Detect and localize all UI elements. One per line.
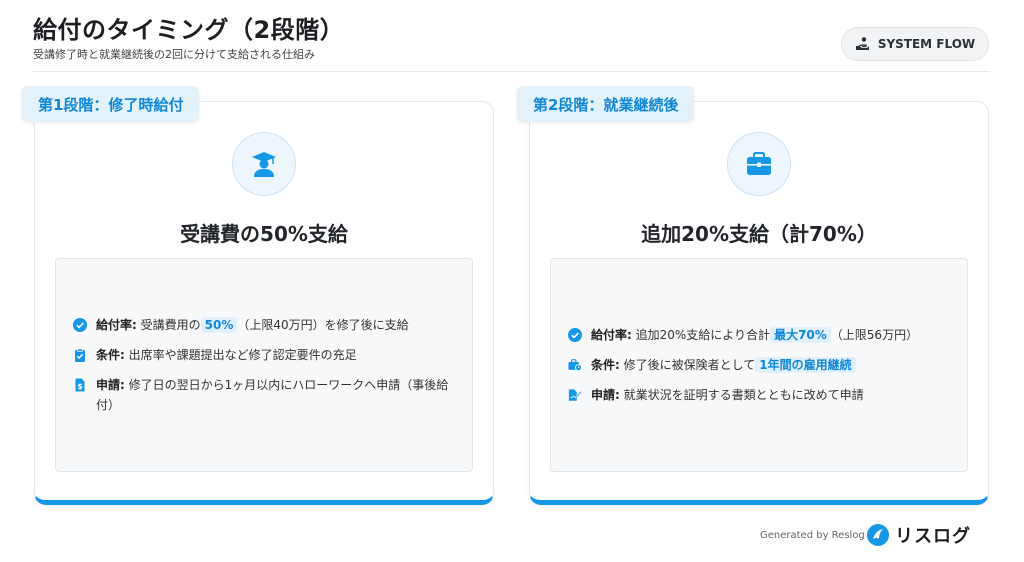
stage-2-label: 第2段階：就業継続後: [517, 86, 695, 122]
stage-2-heading: 追加20%支給（計70%）: [641, 222, 877, 246]
stage-1-label: 第1段階：修了時給付: [22, 86, 200, 122]
row-key: 申請:: [96, 378, 125, 392]
detail-row: 給付率: 追加20%支給により合計 最大70% （上限56万円）: [567, 325, 951, 345]
stage-1-card: 受講費の50%支給 給付率: 受講費用の 50% （上限40万円）を修了後に支給 条…: [34, 101, 494, 505]
row-key: 給付率:: [96, 318, 137, 332]
generated-by-text: Generated by Reslog: [760, 530, 865, 541]
row-text: 出席率や課題提出など修了認定要件の充足: [124, 348, 357, 362]
row-highlight: 1年間の雇用継続: [755, 357, 856, 373]
reslog-logo-text: リスログ: [895, 526, 971, 547]
row-key: 給付率:: [591, 328, 632, 342]
stage-2-card: 追加20%支給（計70%） 給付率: 追加20%支給により合計 最大70% （上限5…: [529, 101, 989, 505]
detail-row: $ 申請: 修了日の翌日から1ヶ月以内にハローワークへ申請（事後給付）: [72, 375, 456, 415]
document-dollar-icon: $: [75, 378, 85, 392]
graduate-icon: [252, 152, 276, 177]
hand-coin-icon: [855, 37, 869, 50]
stage-2-details: 給付率: 追加20%支給により合計 最大70% （上限56万円） 条件: 修了後に被…: [550, 258, 968, 472]
page-title: 給付のタイミング（2段階）: [33, 16, 345, 44]
row-highlight: 50%: [200, 317, 238, 333]
check-circle-icon: [568, 328, 582, 342]
row-key: 条件:: [591, 358, 620, 372]
row-text: 修了日の翌日から1ヶ月以内にハローワークへ申請（事後給付）: [96, 378, 449, 412]
check-circle-icon: [73, 318, 87, 332]
svg-text:$: $: [77, 382, 83, 391]
system-flow-button[interactable]: SYSTEM FLOW: [841, 27, 989, 61]
detail-row: 条件: 修了後に被保険者として 1年間の雇用継続: [567, 355, 951, 375]
reslog-logo: リスログ: [866, 522, 971, 548]
row-text-post: （上限40万円）を修了後に支給: [237, 318, 409, 332]
briefcase-clock-icon: [568, 359, 582, 372]
row-text: 受講費用の: [136, 318, 201, 332]
reslog-logo-icon: [867, 524, 889, 546]
row-highlight: 最大70%: [770, 327, 831, 343]
system-flow-label: SYSTEM FLOW: [877, 37, 976, 51]
row-text: 就業状況を証明する書類とともに改めて申請: [619, 388, 864, 402]
stage-1-icon-wrap: [232, 132, 296, 196]
stage-1-details: 給付率: 受講費用の 50% （上限40万円）を修了後に支給 条件: 出席率や課題提…: [55, 258, 473, 472]
header-divider: [33, 71, 990, 72]
briefcase-icon: [747, 152, 771, 175]
row-key: 条件:: [96, 348, 125, 362]
stage-2-icon-wrap: [727, 132, 791, 196]
row-key: 申請:: [591, 388, 620, 402]
page-subtitle: 受講修了時と就業継続後の2回に分けて支給される仕組み: [33, 48, 315, 61]
stage-1-heading: 受講費の50%支給: [180, 222, 348, 246]
detail-row: 申請: 就業状況を証明する書類とともに改めて申請: [567, 385, 951, 405]
detail-row: 条件: 出席率や課題提出など修了認定要件の充足: [72, 345, 456, 365]
document-sign-icon: [568, 389, 582, 401]
row-text: 追加20%支給により合計: [631, 328, 771, 342]
clipboard-check-icon: [75, 348, 85, 362]
detail-row: 給付率: 受講費用の 50% （上限40万円）を修了後に支給: [72, 315, 456, 335]
row-text: 修了後に被保険者として: [619, 358, 756, 372]
row-text-post: （上限56万円）: [830, 328, 919, 342]
